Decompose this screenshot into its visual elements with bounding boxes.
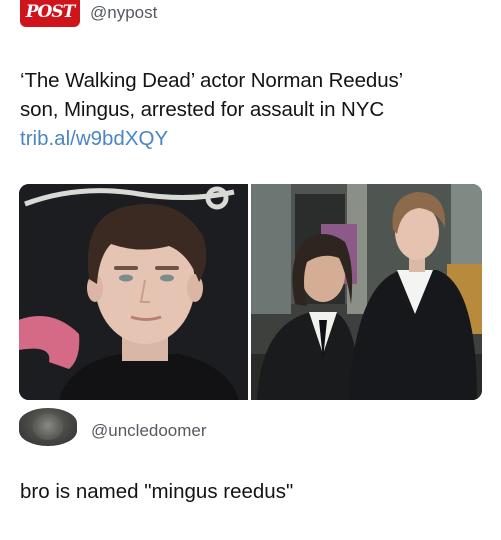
headshot-illustration (19, 184, 248, 400)
post-text-line: son, Mingus, arrested for assault in NYC (20, 98, 385, 121)
headshot-photo[interactable] (19, 184, 248, 400)
nypost-logo[interactable]: POST (20, 0, 80, 27)
post-media[interactable] (19, 184, 482, 400)
post-text: ‘The Walking Dead’ actor Norman Reedus’ … (20, 66, 480, 124)
reply-author-handle[interactable]: @uncledoomer (91, 421, 207, 441)
post-author-handle[interactable]: @nypost (90, 3, 157, 23)
red-carpet-photo[interactable] (251, 184, 482, 400)
post-text-line: ‘The Walking Dead’ actor Norman Reedus’ (20, 69, 404, 92)
post-header: POST @nypost (0, 0, 501, 36)
logo-text: POST (25, 2, 76, 22)
red-carpet-illustration (251, 184, 482, 400)
reply-text: bro is named "mingus reedus" (20, 480, 294, 503)
post-link[interactable]: trib.al/w9bdXQY (20, 124, 168, 153)
reply-avatar[interactable] (19, 408, 77, 446)
